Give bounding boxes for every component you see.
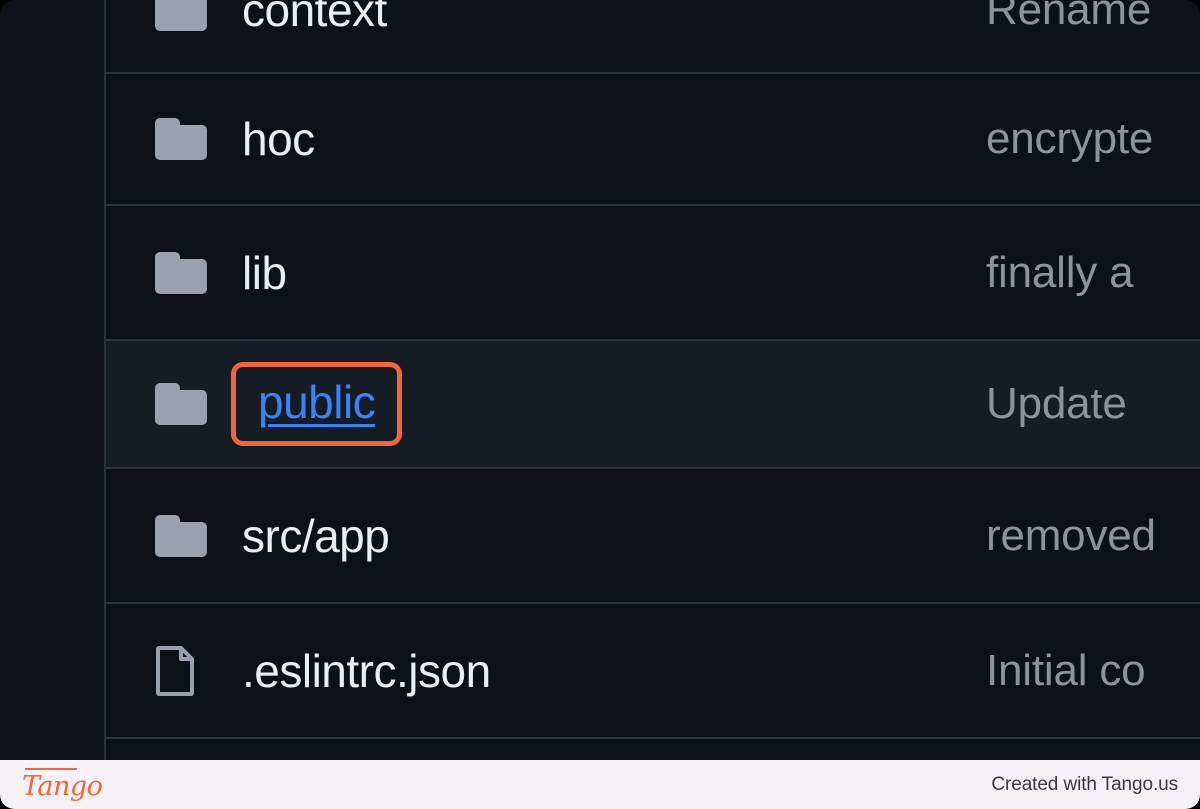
file-name-link[interactable]: lib bbox=[242, 246, 287, 300]
table-left-border bbox=[104, 0, 106, 760]
file-name-cell: public bbox=[106, 362, 986, 446]
table-row[interactable]: hoc encrypte bbox=[106, 74, 1200, 206]
folder-icon bbox=[155, 378, 211, 430]
table-row-partial[interactable] bbox=[106, 739, 1200, 760]
file-name-link-public[interactable]: public bbox=[258, 379, 376, 425]
commit-message[interactable]: Rename bbox=[986, 0, 1200, 35]
tango-attribution-text: Created with Tango.us bbox=[991, 773, 1178, 795]
folder-icon bbox=[155, 510, 211, 562]
table-row-public[interactable]: public Update bbox=[106, 341, 1200, 469]
file-name-link[interactable]: context bbox=[242, 0, 387, 37]
folder-icon bbox=[155, 113, 211, 165]
file-name-cell: src/app bbox=[106, 509, 986, 563]
commit-message[interactable]: finally a bbox=[986, 248, 1200, 298]
file-name-cell: lib bbox=[106, 246, 986, 300]
commit-message[interactable]: encrypte bbox=[986, 114, 1200, 164]
file-name-link[interactable]: hoc bbox=[242, 112, 315, 166]
table-row[interactable]: context Rename bbox=[106, 0, 1200, 74]
commit-message[interactable]: Initial co bbox=[986, 646, 1200, 696]
table-row[interactable]: src/app removed bbox=[106, 469, 1200, 604]
screenshot-canvas: context Rename hoc encrypte lib finally … bbox=[0, 0, 1200, 809]
file-name-link[interactable]: .eslintrc.json bbox=[242, 644, 491, 698]
folder-icon bbox=[155, 0, 211, 36]
tango-logo: Tango bbox=[22, 768, 103, 802]
file-name-cell: hoc bbox=[106, 112, 986, 166]
repository-file-browser: context Rename hoc encrypte lib finally … bbox=[0, 0, 1200, 760]
file-name-cell: .eslintrc.json bbox=[106, 644, 986, 698]
annotation-highlight-box: public bbox=[231, 362, 403, 446]
commit-message[interactable]: Update bbox=[986, 379, 1200, 429]
file-name-link[interactable]: src/app bbox=[242, 509, 390, 563]
file-icon bbox=[155, 645, 211, 697]
file-list-table: context Rename hoc encrypte lib finally … bbox=[106, 0, 1200, 760]
tango-footer-bar: Tango Created with Tango.us bbox=[0, 760, 1200, 809]
table-row[interactable]: lib finally a bbox=[106, 206, 1200, 341]
commit-message[interactable]: removed bbox=[986, 511, 1200, 561]
table-row[interactable]: .eslintrc.json Initial co bbox=[106, 604, 1200, 739]
file-name-cell: context bbox=[106, 0, 986, 37]
folder-icon bbox=[155, 247, 211, 299]
